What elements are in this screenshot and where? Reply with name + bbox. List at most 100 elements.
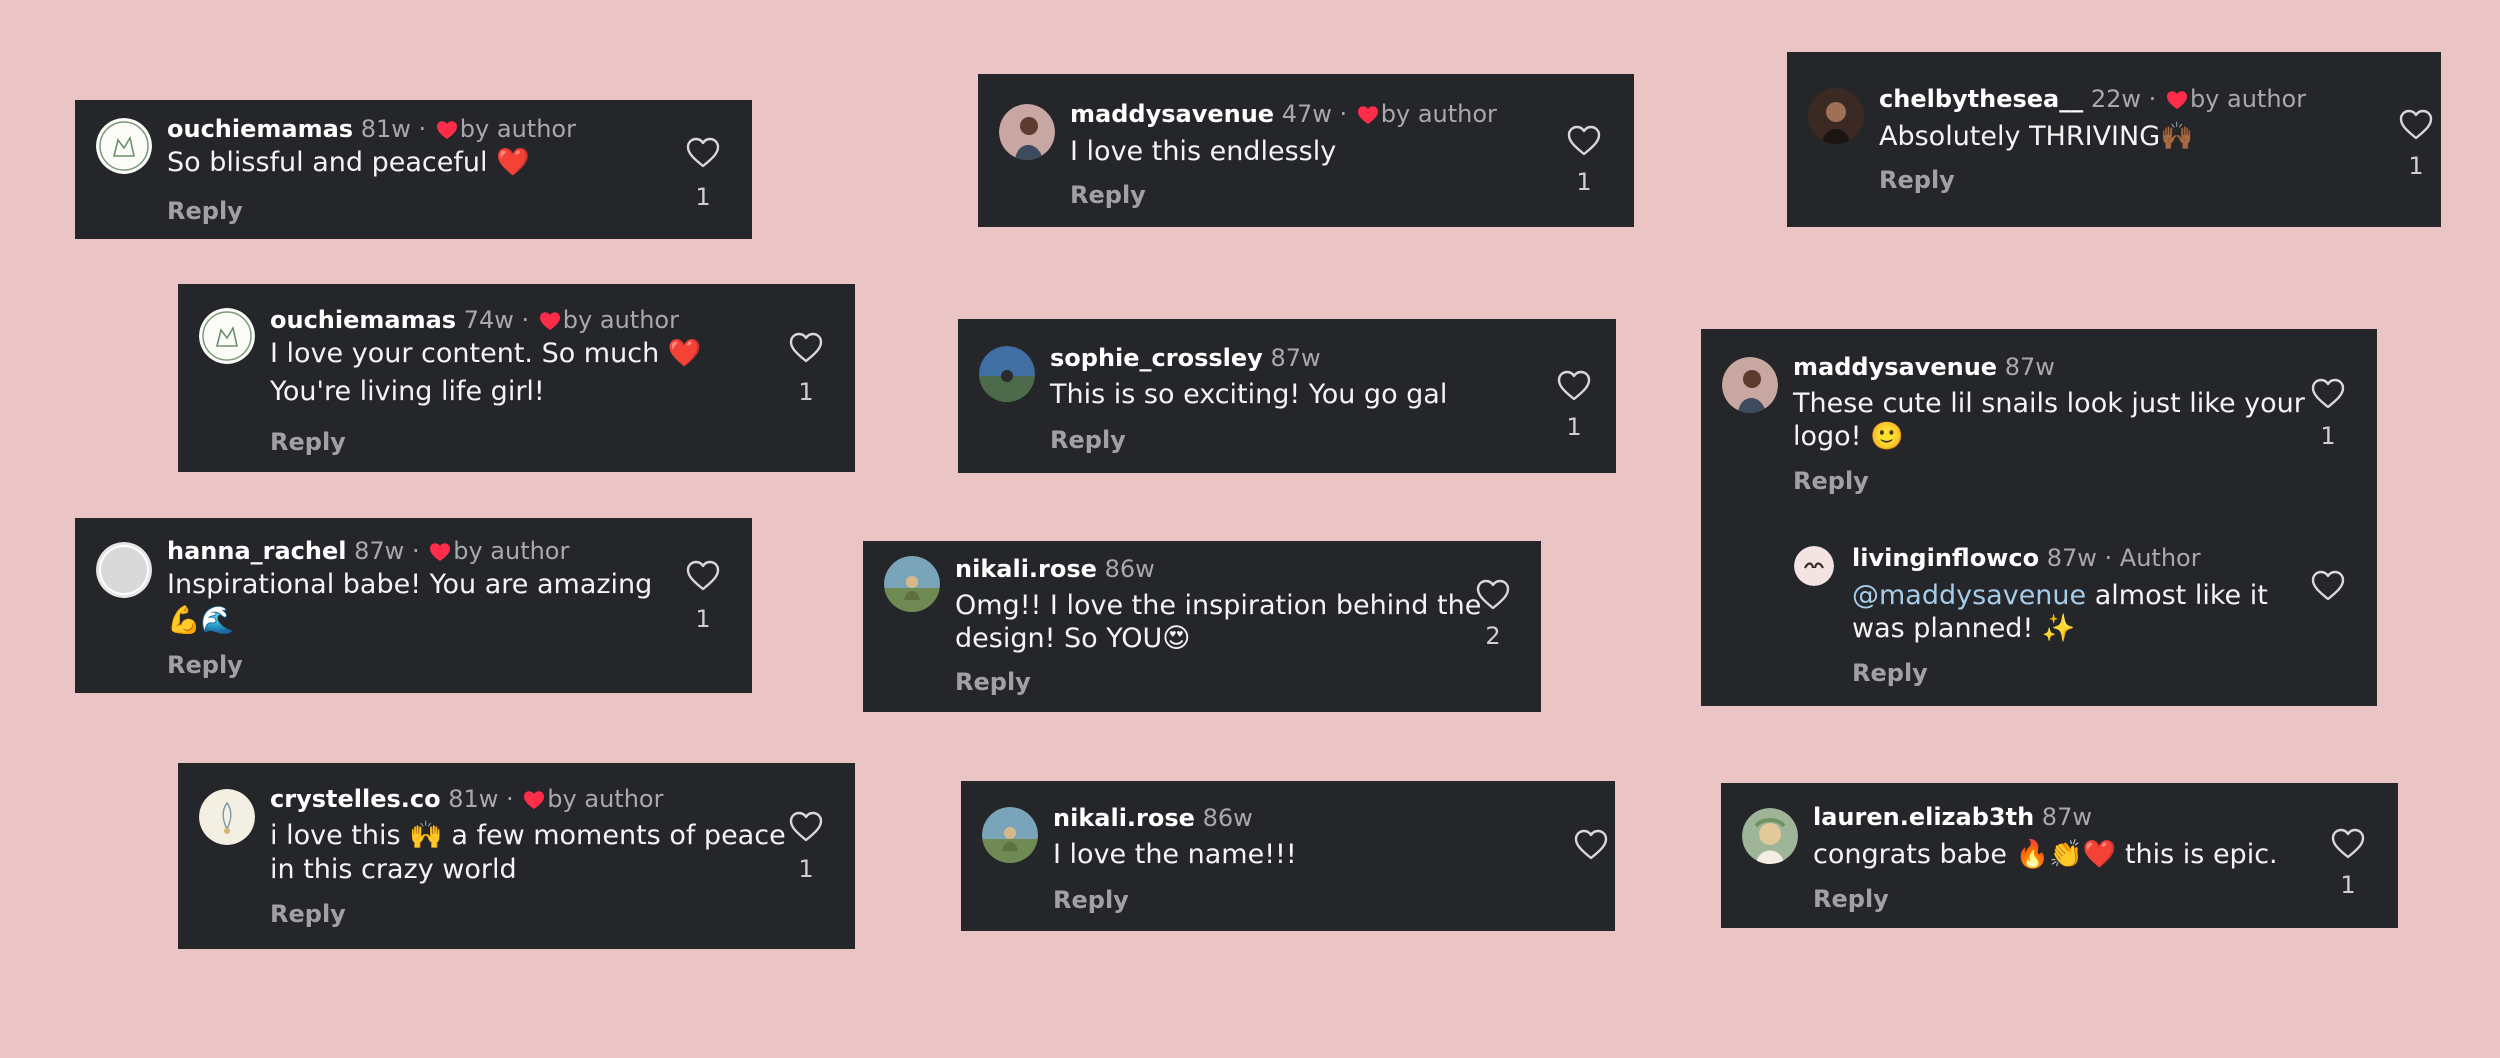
reply-username[interactable]: livinginflowco: [1852, 544, 2039, 572]
like-count: 1: [798, 378, 814, 406]
like-heart-icon[interactable]: [1567, 125, 1601, 157]
filled-heart-icon: [1357, 105, 1379, 125]
comment-text-line2: design! So YOU😍: [955, 623, 1191, 654]
reply-button[interactable]: Reply: [955, 667, 1031, 697]
username[interactable]: nikali.rose: [955, 555, 1097, 583]
avatar[interactable]: [1722, 357, 1778, 413]
like-heart-icon[interactable]: [2311, 570, 2345, 602]
username[interactable]: ouchiemamas: [270, 306, 456, 334]
username[interactable]: maddysavenue: [1793, 353, 1997, 381]
username[interactable]: sophie_crossley: [1050, 344, 1263, 372]
username[interactable]: maddysavenue: [1070, 100, 1274, 128]
filled-heart-icon: [2166, 90, 2188, 110]
comment-card: sophie_crossley 87w This is so exciting!…: [958, 319, 1616, 473]
mention-link[interactable]: @maddysavenue: [1852, 580, 2086, 611]
comment-text: I love the name!!!: [1053, 839, 1297, 870]
comment-text: So blissful and peaceful ❤️: [167, 147, 530, 178]
avatar[interactable]: [96, 542, 152, 598]
comment-meta: lauren.elizab3th 87w: [1813, 802, 2092, 832]
like-heart-icon[interactable]: [1574, 829, 1608, 861]
comment-meta: nikali.rose 86w: [1053, 803, 1253, 833]
avatar[interactable]: [999, 104, 1055, 160]
comment-text: This is so exciting! You go gal: [1050, 379, 1448, 410]
like-count: 1: [2320, 422, 2336, 450]
comment-text: These cute lil snails look just like you…: [1793, 388, 2305, 419]
like-count: 1: [2340, 871, 2356, 899]
avatar[interactable]: [199, 308, 255, 364]
reply-button[interactable]: Reply: [1070, 180, 1146, 210]
avatar[interactable]: [1742, 808, 1798, 864]
username[interactable]: chelbythesea__: [1879, 85, 2083, 113]
username[interactable]: hanna_rachel: [167, 537, 347, 565]
separator-dot: ·: [513, 306, 537, 334]
by-author-label: by author: [453, 537, 570, 565]
like-count: 1: [798, 855, 814, 883]
timestamp: 81w: [448, 785, 499, 813]
username[interactable]: lauren.elizab3th: [1813, 803, 2034, 831]
comment-card: hanna_rachel 87w · by author Inspiration…: [75, 518, 752, 693]
by-author-label: by author: [2189, 85, 2307, 113]
reply-button[interactable]: Reply: [1050, 425, 1126, 455]
comment-card: ouchiemamas 81w · by author So blissful …: [75, 100, 752, 239]
like-heart-icon[interactable]: [789, 332, 823, 364]
comment-meta: hanna_rachel 87w · by author: [167, 536, 569, 566]
timestamp: 87w: [1270, 344, 1321, 372]
avatar[interactable]: [979, 346, 1035, 402]
reply-button[interactable]: Reply: [1852, 658, 1928, 688]
comment-card: maddysavenue 87w These cute lil snails l…: [1701, 329, 2377, 706]
avatar[interactable]: [982, 807, 1038, 863]
separator-dot: ·: [410, 115, 434, 143]
reply-button[interactable]: Reply: [1879, 165, 1955, 195]
timestamp: 22w: [2090, 85, 2142, 113]
timestamp: 87w: [2004, 353, 2055, 381]
like-heart-icon[interactable]: [2331, 828, 2365, 860]
reply-text: @maddysavenue almost like it: [1852, 579, 2268, 613]
comment-meta: maddysavenue 47w · by author: [1070, 99, 1497, 129]
comment-meta: nikali.rose 86w: [955, 554, 1155, 584]
comment-text-line2: You're living life girl!: [270, 376, 545, 407]
like-count: 1: [1566, 413, 1582, 441]
by-author-label: by author: [562, 306, 679, 334]
timestamp: 86w: [1202, 804, 1253, 832]
avatar[interactable]: [96, 118, 152, 174]
username[interactable]: nikali.rose: [1053, 804, 1195, 832]
username[interactable]: ouchiemamas: [167, 115, 353, 143]
comment-text: congrats babe 🔥👏❤️ this is epic.: [1813, 839, 2278, 870]
avatar[interactable]: [199, 789, 255, 845]
reply-button[interactable]: Reply: [1793, 466, 1869, 496]
like-heart-icon[interactable]: [2399, 109, 2433, 141]
reply-button[interactable]: Reply: [270, 899, 346, 929]
like-heart-icon[interactable]: [686, 137, 720, 169]
separator-dot: ·: [1331, 100, 1355, 128]
like-count: 1: [695, 605, 711, 633]
reply-button[interactable]: Reply: [1813, 884, 1889, 914]
like-heart-icon[interactable]: [789, 811, 823, 843]
separator-dot: ·: [498, 785, 522, 813]
comment-card: chelbythesea__ 22w · by author Absolutel…: [1787, 52, 2441, 227]
like-heart-icon[interactable]: [686, 560, 720, 592]
filled-heart-icon: [429, 542, 451, 562]
like-heart-icon[interactable]: [1557, 370, 1591, 402]
username[interactable]: crystelles.co: [270, 785, 441, 813]
reply-button[interactable]: Reply: [167, 196, 243, 226]
avatar[interactable]: [1808, 88, 1864, 144]
comment-text: Absolutely THRIVING🙌🏾: [1879, 121, 2194, 152]
like-heart-icon[interactable]: [1476, 579, 1510, 611]
reply-avatar[interactable]: [1794, 546, 1834, 586]
by-author-label: by author: [459, 115, 576, 143]
comment-meta: sophie_crossley 87w: [1050, 343, 1321, 373]
like-count: 2: [1485, 622, 1501, 650]
like-heart-icon[interactable]: [2311, 378, 2345, 410]
filled-heart-icon: [523, 790, 545, 810]
comment-text: i love this 🙌 a few moments of peace: [270, 820, 786, 851]
comment-text-line2: logo! 🙂: [1793, 421, 1904, 452]
reply-button[interactable]: Reply: [1053, 885, 1129, 915]
timestamp: 47w: [1281, 100, 1332, 128]
reply-button[interactable]: Reply: [270, 427, 346, 457]
by-author-label: by author: [1380, 100, 1497, 128]
avatar[interactable]: [884, 556, 940, 612]
separator-dot: ·: [2141, 85, 2164, 113]
separator-dot: ·: [404, 537, 428, 565]
reply-button[interactable]: Reply: [167, 650, 243, 680]
reply-text-part: almost like it: [2086, 580, 2268, 611]
